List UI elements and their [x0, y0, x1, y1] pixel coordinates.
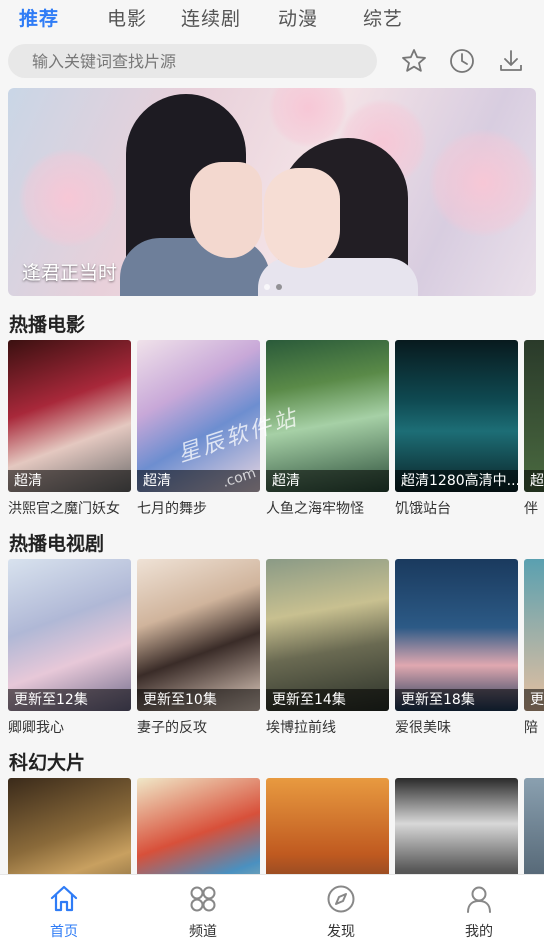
star-icon[interactable]: [400, 47, 428, 75]
bottom-tab-profile[interactable]: 我的: [439, 883, 519, 941]
scifi-poster: [8, 778, 131, 874]
movie-title: 洪熙官之魔门妖女: [8, 501, 120, 517]
series-poster: 更新至18集: [395, 559, 518, 711]
episode-badge: 更新至14集: [266, 689, 389, 711]
scifi-poster: [395, 778, 518, 874]
quality-badge: 超: [524, 470, 544, 492]
episode-badge: 更新至12集: [8, 689, 131, 711]
bottom-tab-label: 频道: [189, 924, 217, 940]
scifi-card[interactable]: [137, 778, 260, 874]
tab-variety[interactable]: 综艺: [363, 4, 403, 31]
tab-anime[interactable]: 动漫: [278, 4, 318, 31]
movie-card[interactable]: 超清1280高清中... 饥饿站台: [395, 340, 518, 518]
quality-badge: 超清: [8, 470, 131, 492]
banner-pagination: [264, 284, 282, 290]
series-card[interactable]: 更新至12集 卿卿我心: [8, 559, 131, 737]
scifi-poster: [266, 778, 389, 874]
movie-card[interactable]: 超清 人鱼之海牢物怪: [266, 340, 389, 518]
scifi-poster: [137, 778, 260, 874]
quality-badge: 超清: [137, 470, 260, 492]
movie-title: 七月的舞步: [137, 501, 207, 517]
hot-series-row: 更新至12集 卿卿我心 更新至10集 妻子的反攻 更新至14集 埃博拉前线 更新…: [8, 559, 544, 744]
pagination-dot-active[interactable]: [276, 284, 282, 290]
series-card[interactable]: 更 陪: [524, 559, 544, 737]
scifi-poster: [524, 778, 544, 874]
download-icon[interactable]: [497, 47, 525, 75]
section-title-hot-series: 热播电视剧: [9, 533, 105, 555]
section-title-hot-movies: 热播电影: [9, 314, 86, 336]
bottom-tab-label: 我的: [465, 924, 493, 940]
quality-badge: 超清1280高清中...: [395, 470, 518, 492]
episode-badge: 更新至18集: [395, 689, 518, 711]
scifi-row: [8, 778, 544, 874]
channels-grid-icon: [190, 886, 216, 912]
search-bar[interactable]: [8, 44, 377, 78]
movie-poster: 超清: [8, 340, 131, 492]
series-card[interactable]: 更新至18集 爱很美味: [395, 559, 518, 737]
tab-series[interactable]: 连续剧: [181, 4, 241, 31]
bottom-tab-label: 首页: [50, 924, 78, 940]
scifi-card[interactable]: [8, 778, 131, 874]
series-card[interactable]: 更新至10集 妻子的反攻: [137, 559, 260, 737]
movie-title: 饥饿站台: [395, 501, 451, 517]
movie-card[interactable]: 超 伴: [524, 340, 544, 518]
search-row: [0, 42, 544, 80]
episode-badge: 更: [524, 689, 544, 711]
movie-card[interactable]: 超清 洪熙官之魔门妖女: [8, 340, 131, 518]
featured-banner[interactable]: 逢君正当时: [8, 88, 536, 296]
profile-icon: [467, 886, 491, 913]
episode-badge: 更新至10集: [137, 689, 260, 711]
section-title-scifi: 科幻大片: [9, 752, 86, 774]
series-poster: 更新至12集: [8, 559, 131, 711]
compass-icon: [327, 885, 355, 913]
series-poster: 更新至14集: [266, 559, 389, 711]
series-title: 妻子的反攻: [137, 720, 207, 736]
scifi-card[interactable]: [266, 778, 389, 874]
series-title: 埃博拉前线: [266, 720, 336, 736]
series-title: 卿卿我心: [8, 720, 64, 736]
tab-movies[interactable]: 电影: [107, 4, 147, 31]
quality-badge: 超清: [266, 470, 389, 492]
pagination-dot[interactable]: [264, 284, 270, 290]
blossom-decoration: [18, 148, 118, 248]
series-poster: 更: [524, 559, 544, 711]
hot-movies-row: 超清 洪熙官之魔门妖女 超清 七月的舞步 超清 人鱼之海牢物怪 超清1280高清…: [8, 340, 544, 525]
series-title: 爱很美味: [395, 720, 451, 736]
bottom-tab-bar: 首页 频道 发现 我的: [0, 874, 544, 944]
series-card[interactable]: 更新至14集 埃博拉前线: [266, 559, 389, 737]
bottom-tab-discover[interactable]: 发现: [301, 883, 381, 941]
movie-card[interactable]: 超清 七月的舞步: [137, 340, 260, 518]
bottom-tab-label: 发现: [327, 924, 355, 940]
banner-title: 逢君正当时: [22, 262, 118, 284]
bottom-tab-channels[interactable]: 频道: [163, 883, 243, 941]
banner-figure-face: [190, 162, 262, 258]
movie-poster: 超清1280高清中...: [395, 340, 518, 492]
series-poster: 更新至10集: [137, 559, 260, 711]
top-tab-bar: 推荐 电影 连续剧 动漫 综艺: [0, 0, 544, 36]
scifi-card[interactable]: [395, 778, 518, 874]
tab-recommend[interactable]: 推荐: [19, 4, 59, 31]
series-title: 陪: [524, 720, 538, 736]
movie-poster: 超清: [266, 340, 389, 492]
scifi-card[interactable]: [524, 778, 544, 874]
blossom-decoration: [428, 128, 536, 238]
banner-figure-face: [264, 168, 340, 268]
movie-title: 人鱼之海牢物怪: [266, 501, 364, 517]
history-clock-icon[interactable]: [448, 47, 476, 75]
search-input[interactable]: [8, 44, 377, 78]
bottom-tab-home[interactable]: 首页: [24, 883, 104, 941]
movie-poster: 超: [524, 340, 544, 492]
home-icon: [50, 885, 78, 912]
banner-figure-robe: [258, 258, 418, 296]
movie-poster: 超清: [137, 340, 260, 492]
movie-title: 伴: [524, 501, 538, 517]
